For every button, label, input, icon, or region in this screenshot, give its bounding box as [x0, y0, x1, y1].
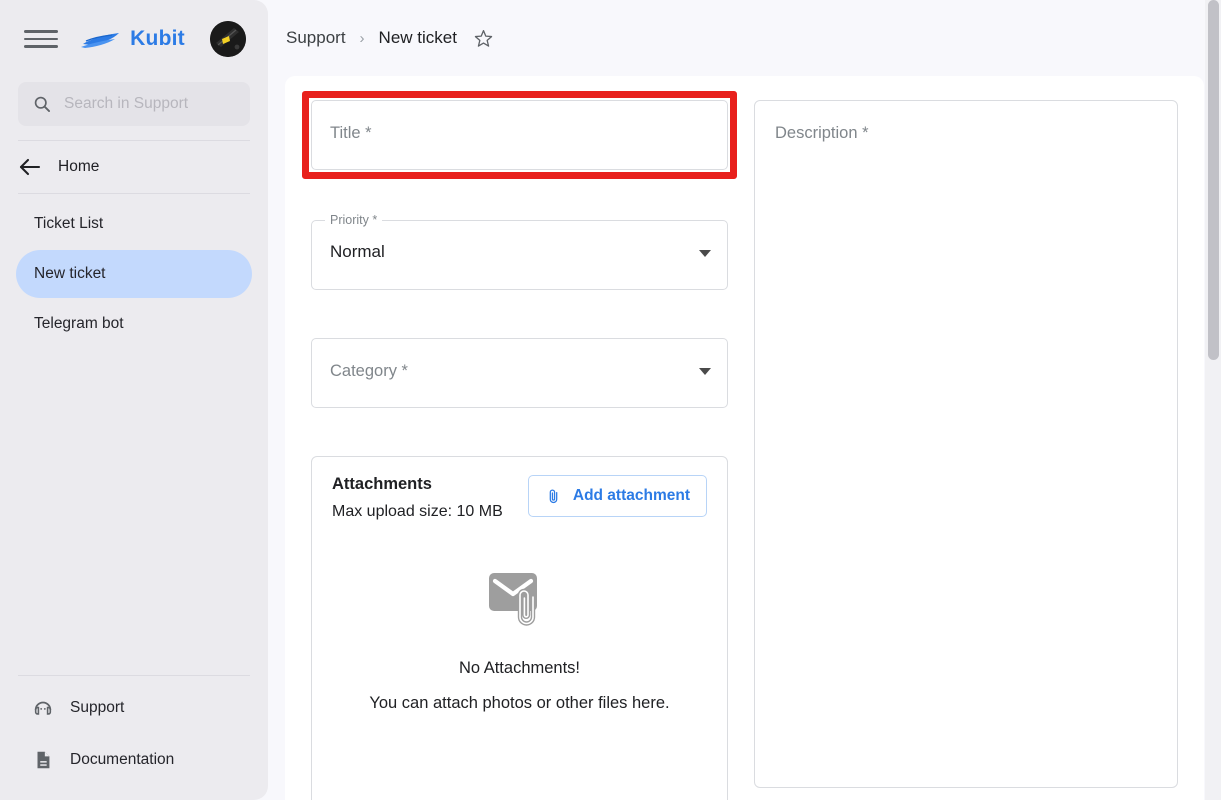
category-placeholder: Category *: [330, 362, 408, 380]
attachments-title: Attachments: [332, 475, 432, 493]
user-avatar[interactable]: [210, 21, 246, 57]
avatar-image: [210, 21, 246, 57]
arrow-left-icon: [19, 158, 41, 176]
sidebar-item-telegram-bot[interactable]: Telegram bot: [16, 300, 252, 348]
breadcrumb-separator-icon: ›: [359, 29, 365, 47]
boat-logo-icon: [81, 33, 120, 48]
breadcrumb: Support › New ticket: [268, 0, 1221, 76]
sidebar-item-documentation-label: Documentation: [70, 751, 175, 768]
attachments-card: Attachments Max upload size: 10 MB Add a…: [311, 456, 728, 800]
sidebar-item-support[interactable]: Support: [16, 684, 252, 732]
attachments-max-size: Max upload size: 10 MB: [332, 503, 503, 520]
paperclip-icon: [549, 489, 558, 503]
form-left-column: Title * Priority * Normal Category * Att…: [302, 91, 737, 800]
empty-text-block: No Attachments! You can attach photos or…: [369, 659, 669, 713]
sidebar-header: Kubit: [0, 0, 268, 78]
breadcrumb-current: New ticket: [378, 28, 457, 47]
description-placeholder: Description *: [775, 124, 869, 142]
sidebar-item-documentation[interactable]: Documentation: [16, 736, 252, 784]
brand-logo-link[interactable]: Kubit: [54, 27, 210, 51]
app-root: Kubit Search in Support Home Ticket List…: [0, 0, 1221, 800]
page-scrollbar-thumb[interactable]: [1208, 0, 1219, 360]
sidebar-item-new-ticket[interactable]: New ticket: [16, 250, 252, 298]
form-right-column: Description *: [754, 100, 1178, 800]
chevron-down-icon: [699, 368, 711, 375]
search-placeholder: Search in Support: [64, 95, 189, 112]
sidebar-item-ticket-list-label: Ticket List: [34, 215, 104, 232]
add-attachment-button[interactable]: Add attachment: [527, 475, 707, 517]
main-content: Support › New ticket Title * Priority * …: [268, 0, 1221, 800]
category-select[interactable]: Category *: [311, 338, 728, 408]
brand-name: Kubit: [130, 27, 185, 50]
attachments-empty-title: No Attachments!: [458, 659, 581, 677]
spacer-priority-category: [311, 290, 728, 338]
sidebar-item-home[interactable]: Home: [0, 141, 268, 193]
breadcrumb-root[interactable]: Support: [286, 28, 346, 48]
form-grid: Title * Priority * Normal Category * Att…: [285, 91, 1204, 800]
attach-email-icon: [488, 573, 537, 626]
add-attachment-label: Add attachment: [572, 487, 690, 504]
page-scrollbar[interactable]: [1205, 0, 1221, 800]
title-input[interactable]: Title *: [311, 100, 728, 170]
priority-value: Normal: [330, 242, 385, 261]
sidebar: Kubit Search in Support Home Ticket List…: [0, 0, 268, 800]
attachments-header: Attachments Max upload size: 10 MB Add a…: [332, 475, 707, 521]
priority-select[interactable]: Priority * Normal: [311, 213, 728, 290]
sidebar-item-telegram-bot-label: Telegram bot: [34, 315, 124, 332]
headset-support-icon: [34, 701, 52, 715]
sidebar-item-new-ticket-label: New ticket: [34, 265, 106, 282]
chevron-down-icon: [699, 250, 711, 257]
document-icon: [37, 751, 50, 769]
search-input[interactable]: Search in Support: [18, 82, 250, 126]
description-textarea[interactable]: Description *: [754, 100, 1178, 788]
search-container: Search in Support: [0, 78, 268, 126]
sidebar-footer-nav: Support Documentation: [0, 676, 268, 800]
sidebar-item-home-label: Home: [58, 158, 100, 175]
sidebar-item-support-label: Support: [70, 699, 125, 716]
ticket-form-card: Title * Priority * Normal Category * Att…: [285, 76, 1204, 800]
priority-label: Priority *: [325, 213, 383, 227]
attachments-titles: Attachments Max upload size: 10 MB: [332, 475, 503, 521]
sidebar-nav: Ticket List New ticket Telegram bot: [0, 194, 268, 348]
title-placeholder: Title *: [330, 124, 372, 142]
favorite-star-button[interactable]: [473, 28, 494, 49]
sidebar-item-ticket-list[interactable]: Ticket List: [16, 200, 252, 248]
attachments-empty-hint: You can attach photos or other files her…: [369, 694, 670, 712]
spacer-title-priority: [311, 170, 728, 210]
attachments-empty-state: No Attachments! You can attach photos or…: [332, 569, 707, 713]
search-icon: [34, 96, 50, 113]
star-outline-icon: [474, 29, 493, 47]
hamburger-menu-icon[interactable]: [24, 22, 58, 56]
